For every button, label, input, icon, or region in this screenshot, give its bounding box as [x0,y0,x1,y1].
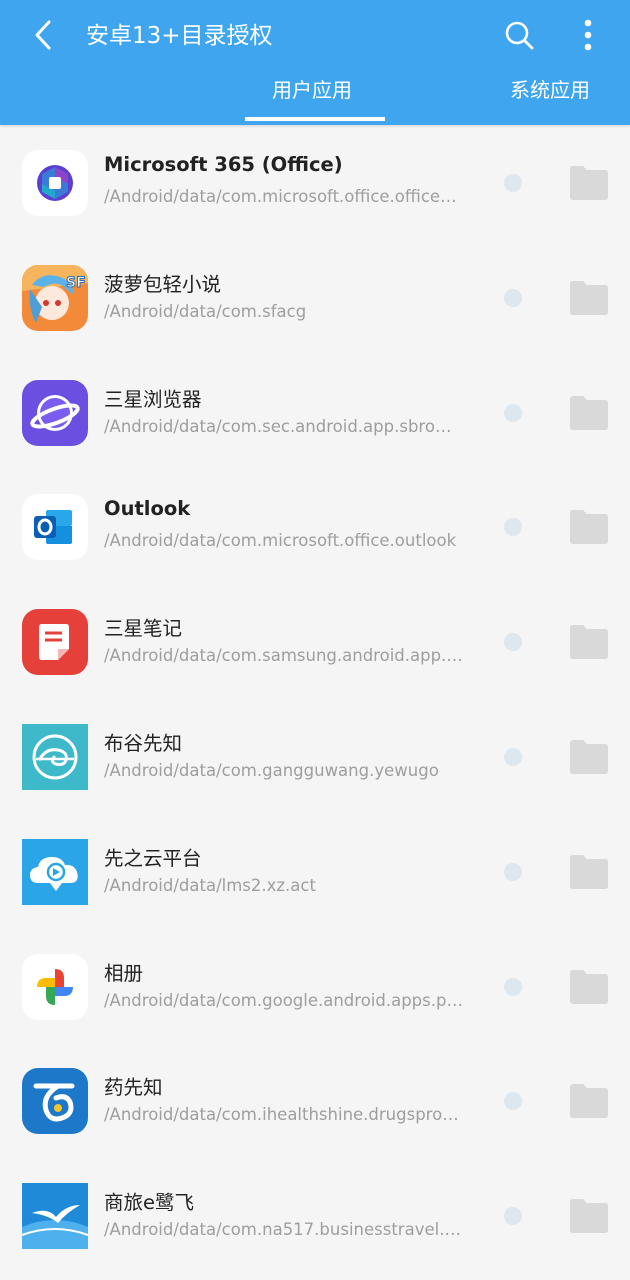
app-list: Microsoft 365 (Office) /Android/data/com… [0,125,630,1273]
more-options-button[interactable] [566,14,610,58]
app-path: /Android/data/com.google.android.apps.ph… [104,990,464,1010]
app-path: /Android/data/com.gangguwang.yewugo [104,760,439,780]
samsung-notes-icon [22,609,88,676]
app-name: 布谷先知 [104,731,183,755]
tab-user-apps[interactable]: 用户应用 [272,74,352,106]
app-path: /Android/data/lms2.xz.act [104,875,316,895]
app-bar: 安卓13+目录授权 用户应用 系统应用 [0,0,630,125]
app-name: Microsoft 365 (Office) [104,153,343,176]
app-name: 三星笔记 [104,617,183,641]
list-item[interactable]: 先之云平台 /Android/data/lms2.xz.act [0,814,630,929]
folder-icon[interactable] [568,509,610,545]
app-name: Outlook [104,497,191,521]
page-title: 安卓13+目录授权 [86,23,273,49]
app-name: 药先知 [104,1076,163,1100]
samsung-internet-icon [22,379,88,446]
buguxianzhi-icon [22,723,88,790]
list-item[interactable]: 三星笔记 /Android/data/com.samsung.android.a… [0,584,630,699]
select-radio[interactable] [504,633,522,652]
list-item[interactable]: 三星浏览器 /Android/data/com.sec.android.app.… [0,355,630,470]
select-radio[interactable] [504,518,522,537]
app-name: 菠萝包轻小说 [104,272,222,296]
app-path: /Android/data/com.ihealthshine.drugsprop… [104,1105,464,1125]
more-vertical-icon [584,19,592,51]
folder-icon[interactable] [568,854,610,890]
app-name: 三星浏览器 [104,387,202,411]
xianzhi-cloud-icon [22,838,88,905]
select-radio[interactable] [504,862,522,881]
tab-system-apps[interactable]: 系统应用 [510,74,590,106]
microsoft-365-icon [22,150,88,216]
back-button[interactable] [22,14,66,58]
sfacg-icon: SF [22,264,88,331]
list-item[interactable]: 商旅e鹭飞 /Android/data/com.na517.businesstr… [0,1158,630,1273]
list-item[interactable]: Microsoft 365 (Office) /Android/data/com… [0,125,630,240]
outlook-icon [22,494,88,561]
select-radio[interactable] [504,403,522,422]
list-item[interactable]: 药先知 /Android/data/com.ihealthshine.drugs… [0,1043,630,1158]
select-radio[interactable] [504,1207,522,1226]
list-item[interactable]: Outlook /Android/data/com.microsoft.offi… [0,469,630,584]
google-photos-icon [22,953,88,1020]
folder-icon[interactable] [568,624,610,660]
select-radio[interactable] [504,977,522,996]
select-radio[interactable] [504,747,522,766]
select-radio[interactable] [504,1092,522,1111]
folder-icon[interactable] [568,165,610,201]
select-radio[interactable] [504,174,522,192]
search-icon [505,21,534,50]
back-arrow-icon [35,20,51,50]
folder-icon[interactable] [568,395,610,431]
elufei-icon [22,1183,88,1250]
folder-icon[interactable] [568,280,610,316]
list-item[interactable]: 布谷先知 /Android/data/com.gangguwang.yewugo [0,699,630,814]
select-radio[interactable] [504,288,522,307]
app-name: 先之云平台 [104,846,202,870]
list-item[interactable]: SF 菠萝包轻小说 /Android/data/com.sfacg [0,240,630,355]
app-name: 相册 [104,961,144,985]
app-path: /Android/data/com.na517.businesstravel.x… [104,1220,464,1240]
search-button[interactable] [498,14,542,58]
folder-icon[interactable] [568,1083,610,1119]
list-item[interactable]: 相册 /Android/data/com.google.android.apps… [0,929,630,1044]
app-path: /Android/data/com.samsung.android.app.no… [104,646,464,666]
app-path: /Android/data/com.microsoft.office.outlo… [104,531,457,551]
tab-indicator [245,117,385,121]
app-path: /Android/data/com.sfacg [104,301,307,321]
app-path: /Android/data/com.microsoft.office.offic… [104,187,464,206]
svg-text:SF: SF [66,275,86,291]
app-path: /Android/data/com.sec.android.app.sbrows… [104,416,464,436]
app-name: 商旅e鹭飞 [104,1191,194,1215]
folder-icon[interactable] [568,739,610,775]
yaoxianzhi-icon [22,1068,88,1135]
folder-icon[interactable] [568,969,610,1005]
folder-icon[interactable] [568,1198,610,1234]
